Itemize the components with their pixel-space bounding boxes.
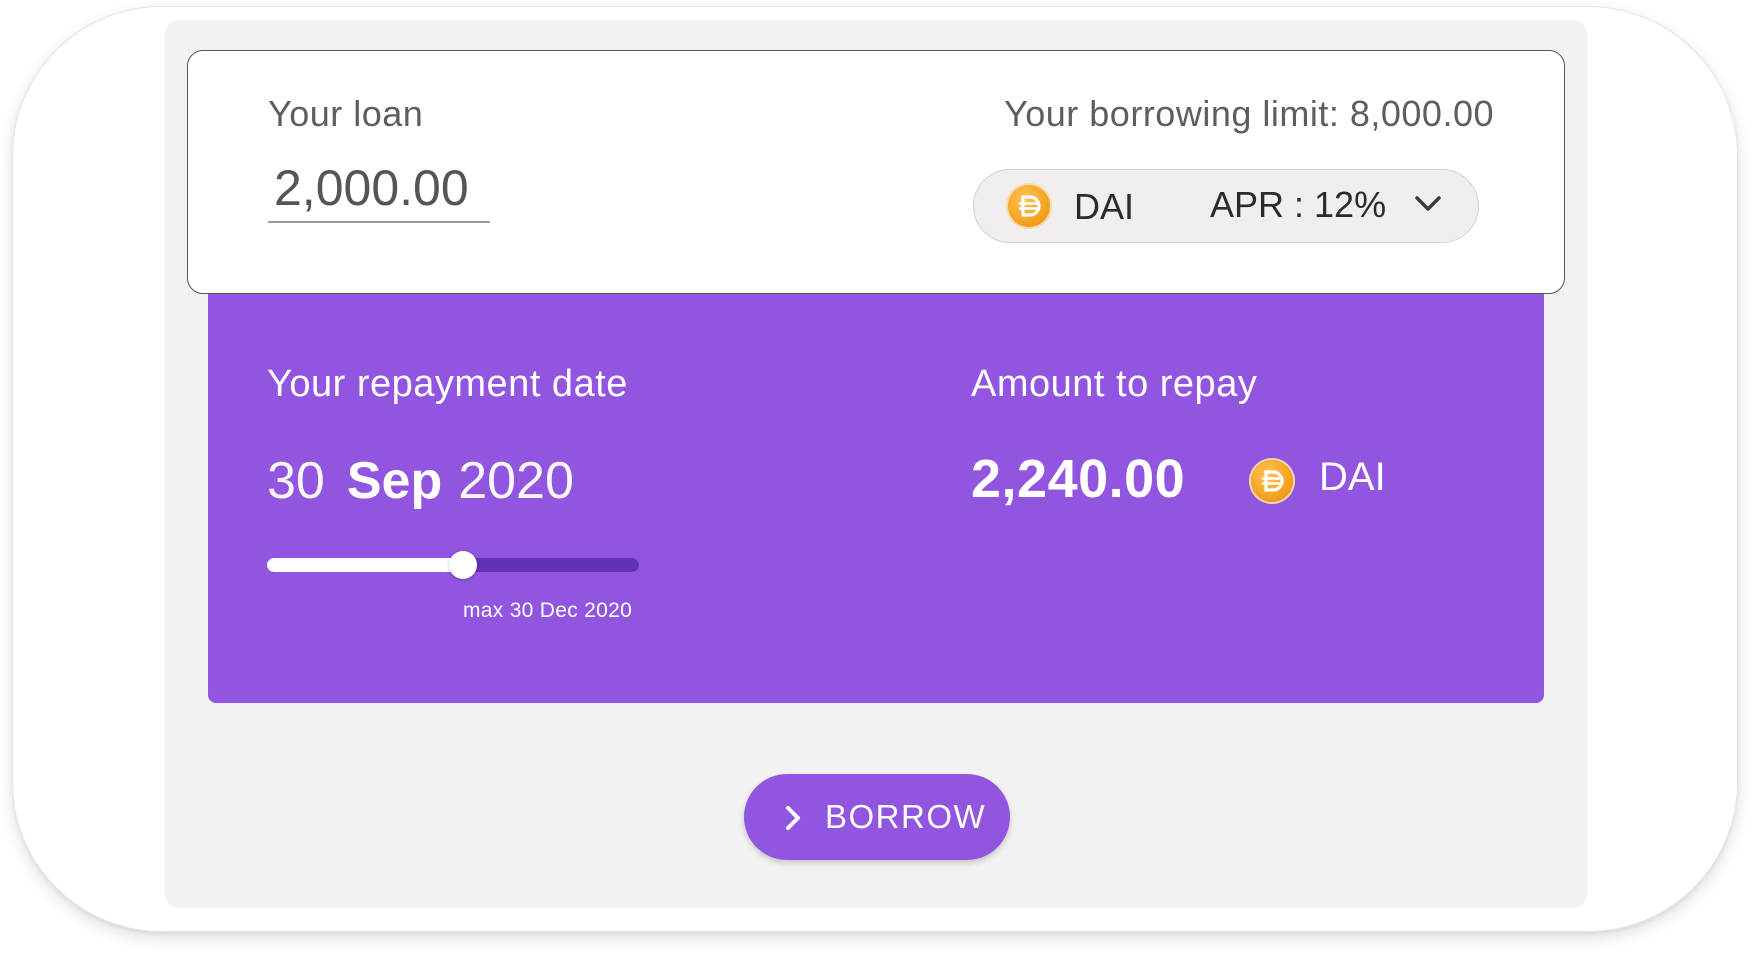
loan-label: Your loan <box>268 93 424 134</box>
borrow-button[interactable]: BORROW <box>744 774 1010 860</box>
borrowing-limit-text: Your borrowing limit: 8,000.00 <box>1004 93 1494 134</box>
repayment-panel: Your repayment date 30 Sep 2020 max 30 Dec… <box>208 293 1544 703</box>
amount-to-repay-value: 2,240.00 <box>971 449 1186 509</box>
repayment-date-slider[interactable] <box>267 551 639 579</box>
repayment-date: 30 Sep 2020 <box>267 451 574 511</box>
repayment-date-day: 30 <box>267 452 325 510</box>
amount-token-name: DAI <box>1319 455 1386 499</box>
repayment-date-label: Your repayment date <box>267 363 628 405</box>
token-name: DAI <box>1074 186 1135 227</box>
apr-text: APR : 12% <box>1210 184 1387 225</box>
loan-amount-input[interactable] <box>268 161 490 223</box>
chevron-right-icon <box>786 806 800 830</box>
dai-coin-icon <box>1008 185 1050 227</box>
chevron-down-icon[interactable] <box>1414 194 1442 214</box>
dai-coin-icon <box>1251 460 1293 502</box>
repayment-date-year: 2020 <box>458 452 574 510</box>
loan-card: Your loan Your borrowing limit: 8,000.00… <box>187 50 1565 294</box>
amount-to-repay-label: Amount to repay <box>971 363 1258 405</box>
repayment-date-month: Sep <box>346 452 443 510</box>
token-select[interactable]: DAI APR : 12% <box>973 169 1479 243</box>
slider-max-label: max 30 Dec 2020 <box>463 599 633 622</box>
slider-fill <box>267 558 464 572</box>
slider-thumb[interactable] <box>449 551 478 579</box>
borrow-button-label: BORROW <box>825 798 987 835</box>
